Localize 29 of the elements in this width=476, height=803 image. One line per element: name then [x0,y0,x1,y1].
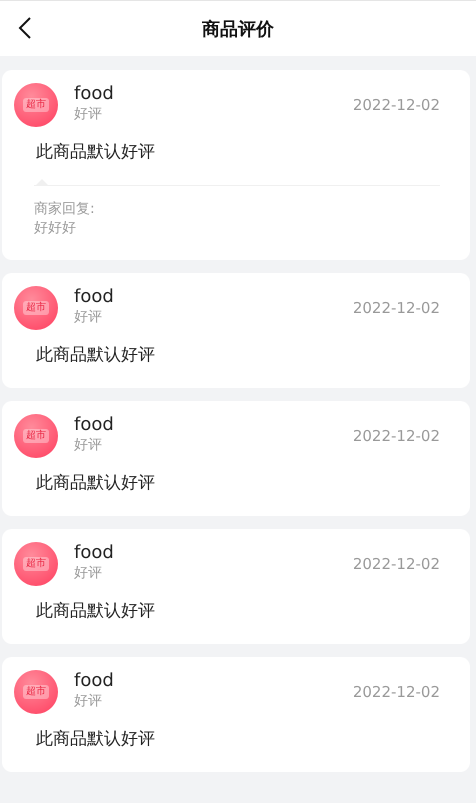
avatar: 超市 [14,414,58,458]
avatar: 超市 [14,670,58,714]
avatar: 超市 [14,542,58,586]
review-date: 2022-12-02 [352,299,440,317]
rating-label: 好评 [74,105,103,123]
review-text: 此商品默认好评 [36,141,156,163]
review-text: 此商品默认好评 [36,728,156,750]
rating-label: 好评 [74,308,103,326]
review-text: 此商品默认好评 [36,344,156,366]
review-date: 2022-12-02 [352,555,440,573]
rating-label: 好评 [74,436,103,454]
user-name: food [74,83,114,105]
avatar: 超市 [14,286,58,330]
user-name: food [74,286,114,308]
user-name: food [74,542,114,564]
review-date: 2022-12-02 [352,96,440,114]
back-icon[interactable] [18,16,32,40]
reply-text: 好好好 [34,219,77,238]
rating-label: 好评 [74,564,103,582]
page-title: 商品评价 [202,18,274,40]
review-text: 此商品默认好评 [36,472,156,494]
user-name: food [74,414,114,436]
avatar: 超市 [14,83,58,127]
review-text: 此商品默认好评 [36,600,156,622]
rating-label: 好评 [74,692,103,710]
user-name: food [74,670,114,692]
reply-label: 商家回复: [34,200,96,219]
review-date: 2022-12-02 [352,427,440,445]
review-date: 2022-12-02 [352,683,440,701]
